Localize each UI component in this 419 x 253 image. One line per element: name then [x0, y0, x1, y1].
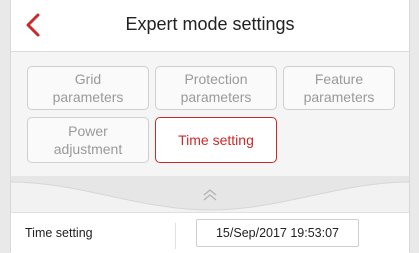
- feature-parameters-button[interactable]: Feature parameters: [283, 66, 395, 110]
- datetime-field[interactable]: 15/Sep/2017 19:53:07: [196, 219, 359, 247]
- grid-parameters-label-line2: parameters: [52, 89, 124, 105]
- power-adjustment-label-line1: Power: [68, 123, 108, 139]
- datetime-value: 15/Sep/2017 19:53:07: [215, 226, 340, 240]
- time-setting-button[interactable]: Time setting: [155, 117, 277, 163]
- collapse-handle[interactable]: [11, 176, 409, 212]
- grid-parameters-label-line1: Grid: [74, 71, 102, 87]
- category-panel: Grid parameters Protection parameters Fe…: [11, 52, 409, 176]
- time-setting-row: Time setting 15/Sep/2017 19:53:07: [11, 212, 409, 253]
- page-title: Expert mode settings: [125, 14, 295, 34]
- time-setting-button-label: Time setting: [178, 132, 254, 148]
- time-setting-label: Time setting: [25, 226, 93, 240]
- protection-parameters-label-line2: parameters: [180, 89, 252, 105]
- feature-parameters-label-line1: Feature: [314, 71, 364, 87]
- app-window: Expert mode settings Grid parameters Pro…: [10, 0, 410, 253]
- feature-parameters-label-line2: parameters: [303, 89, 375, 105]
- grid-parameters-button[interactable]: Grid parameters: [27, 66, 149, 110]
- row-divider: [175, 223, 176, 249]
- protection-parameters-button[interactable]: Protection parameters: [155, 66, 277, 110]
- power-adjustment-label-line2: adjustment: [53, 141, 123, 157]
- protection-parameters-label-line1: Protection: [184, 71, 248, 87]
- power-adjustment-button[interactable]: Power adjustment: [27, 117, 149, 163]
- header-bar: Expert mode settings: [11, 0, 409, 52]
